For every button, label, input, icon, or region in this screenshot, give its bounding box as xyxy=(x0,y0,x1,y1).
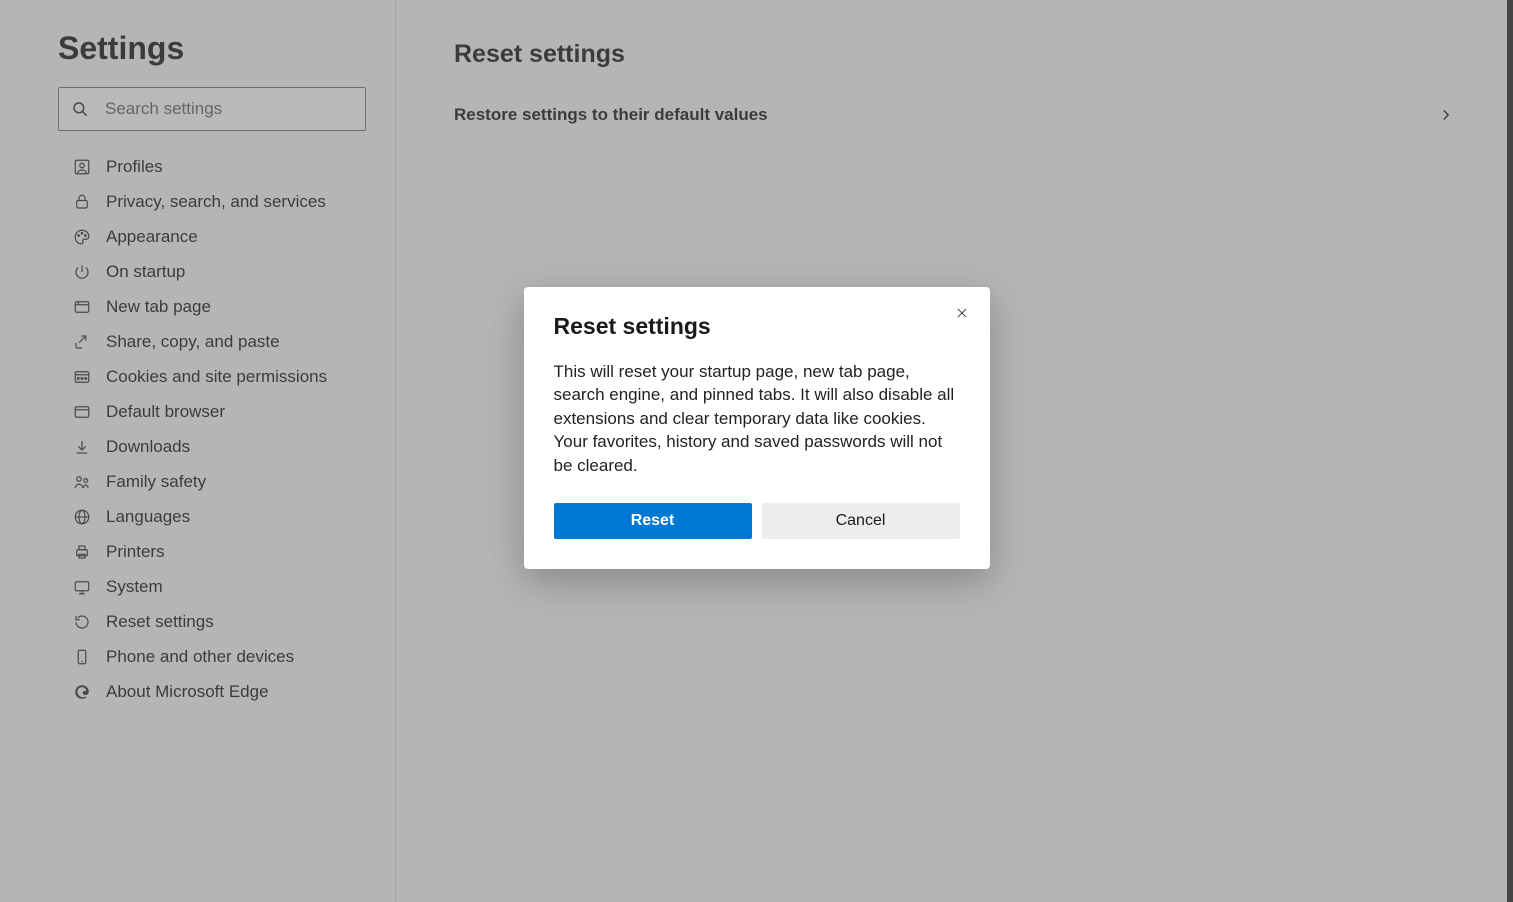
close-icon xyxy=(955,306,969,320)
scrollbar[interactable] xyxy=(1507,0,1513,902)
dialog-body-text: This will reset your startup page, new t… xyxy=(554,360,960,477)
dialog-title: Reset settings xyxy=(554,313,960,340)
reset-settings-dialog: Reset settings This will reset your star… xyxy=(524,287,990,569)
modal-overlay: Reset settings This will reset your star… xyxy=(0,0,1513,902)
cancel-button[interactable]: Cancel xyxy=(762,503,960,539)
dialog-actions: Reset Cancel xyxy=(554,503,960,539)
reset-button[interactable]: Reset xyxy=(554,503,752,539)
dialog-close-button[interactable] xyxy=(952,303,972,323)
